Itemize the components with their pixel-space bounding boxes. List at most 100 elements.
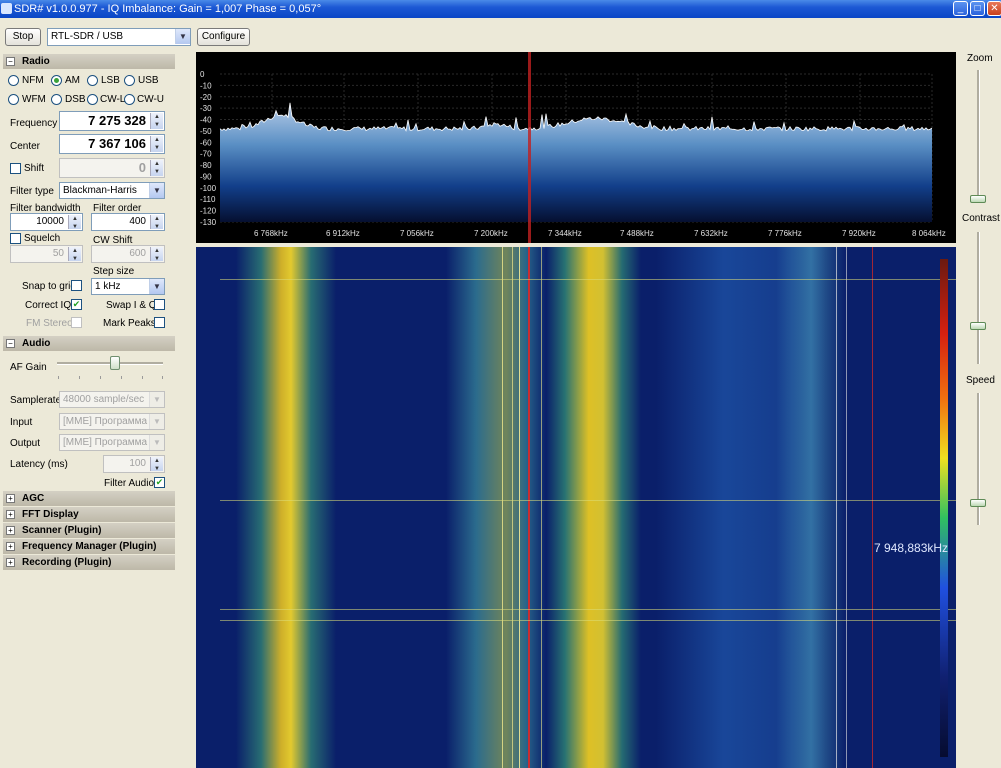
- spin-arrows-icon[interactable]: ▲ ▼: [150, 247, 163, 262]
- expand-icon: +: [6, 510, 15, 519]
- waterfall-signal-band: [446, 247, 546, 768]
- db-tick-label: -120: [200, 207, 217, 216]
- minimize-button[interactable]: _: [953, 1, 968, 16]
- shift-label: Shift: [24, 163, 45, 174]
- zoom-slider[interactable]: [977, 70, 980, 202]
- configure-button[interactable]: Configure: [197, 28, 250, 46]
- cw-shift-value: 600: [129, 248, 146, 259]
- contrast-label: Contrast: [962, 213, 1000, 224]
- freq-tick-label: 7 776kHz: [768, 229, 802, 238]
- device-select-value: RTL-SDR / USB: [51, 31, 124, 42]
- mode-radio-cwu[interactable]: [124, 94, 135, 105]
- squelch-checkbox[interactable]: [10, 233, 21, 244]
- mode-radio-nfm[interactable]: [8, 75, 19, 86]
- mode-radio-dsb[interactable]: [51, 94, 62, 105]
- squelch-input[interactable]: 50 ▲ ▼: [10, 245, 83, 263]
- audio-input-select[interactable]: [MME] Программа пер ▼: [59, 413, 165, 430]
- freq-tick-label: 7 920kHz: [842, 229, 876, 238]
- stop-button[interactable]: Stop: [5, 28, 41, 46]
- spin-arrows-icon[interactable]: ▲ ▼: [68, 247, 81, 262]
- waterfall-carrier-line: [519, 247, 520, 768]
- maximize-button[interactable]: □: [970, 1, 985, 16]
- contrast-slider[interactable]: [977, 232, 980, 364]
- collapse-icon: −: [6, 57, 15, 66]
- correct-iq-checkbox[interactable]: ✔: [71, 299, 82, 310]
- spin-arrows-icon[interactable]: ▲ ▼: [150, 457, 163, 472]
- swap-iq-label: Swap I & Q: [106, 300, 157, 311]
- mode-radio-cwl[interactable]: [87, 94, 98, 105]
- af-gain-slider-thumb[interactable]: [110, 356, 120, 370]
- waterfall-carrier-line: [836, 247, 837, 768]
- center-input[interactable]: 7 367 106 ▲ ▼: [59, 134, 165, 154]
- mode-label-cwl: CW-L: [100, 94, 126, 105]
- waterfall-row-artifact: [220, 609, 956, 610]
- mode-radio-usb[interactable]: [124, 75, 135, 86]
- radio-section-header[interactable]: − Radio: [3, 54, 175, 69]
- shift-input[interactable]: 0 ▲ ▼: [59, 158, 165, 178]
- section-title: AGC: [22, 493, 45, 504]
- db-tick-label: -130: [200, 218, 217, 227]
- speed-slider-thumb[interactable]: [970, 499, 986, 507]
- db-tick-label: -20: [200, 93, 212, 102]
- freq-tick-label: 6 768kHz: [254, 229, 288, 238]
- shift-checkbox[interactable]: [10, 163, 21, 174]
- spin-arrows-icon[interactable]: ▲ ▼: [68, 215, 81, 230]
- waterfall-signal-band: [236, 247, 336, 768]
- filter-bandwidth-value: 10000: [36, 216, 64, 227]
- waterfall-color-scale: [940, 259, 948, 757]
- device-select[interactable]: RTL-SDR / USB ▼: [47, 28, 191, 46]
- waterfall-display[interactable]: 7 948,883kHz: [196, 247, 956, 768]
- contrast-slider-thumb[interactable]: [970, 322, 986, 330]
- filter-type-select[interactable]: Blackman-Harris ▼: [59, 182, 165, 199]
- samplerate-label: Samplerate: [10, 395, 62, 406]
- filter-bandwidth-input[interactable]: 10000 ▲ ▼: [10, 213, 83, 231]
- step-size-select[interactable]: 1 kHz ▼: [91, 278, 165, 295]
- waterfall-carrier-line: [541, 247, 542, 768]
- waterfall-tuning-marker: [528, 247, 530, 768]
- window-title: SDR# v1.0.0.977 - IQ Imbalance: Gain = 1…: [14, 3, 322, 15]
- filter-audio-label: Filter Audio: [104, 478, 155, 489]
- filter-audio-checkbox[interactable]: ✔: [154, 477, 165, 488]
- filter-order-input[interactable]: 400 ▲ ▼: [91, 213, 165, 231]
- spin-arrows-icon[interactable]: ▲ ▼: [150, 113, 163, 129]
- recording-section-header[interactable]: + Recording (Plugin): [3, 555, 175, 570]
- frequency-manager-section-header[interactable]: + Frequency Manager (Plugin): [3, 539, 175, 554]
- audio-output-select[interactable]: [MME] Программа пер ▼: [59, 434, 165, 451]
- samplerate-select[interactable]: 48000 sample/sec ▼: [59, 391, 165, 408]
- waterfall-row-artifact: [220, 279, 956, 280]
- mark-peaks-checkbox[interactable]: [154, 317, 165, 328]
- close-button[interactable]: ✕: [987, 1, 1001, 16]
- mode-radio-wfm[interactable]: [8, 94, 19, 105]
- waterfall-carrier-line: [512, 247, 513, 768]
- center-label: Center: [10, 141, 41, 152]
- mode-radio-am[interactable]: [51, 75, 62, 86]
- swap-iq-checkbox[interactable]: [154, 299, 165, 310]
- mode-label-lsb: LSB: [101, 75, 120, 86]
- audio-section-header[interactable]: − Audio: [3, 336, 175, 351]
- snap-to-grid-checkbox[interactable]: [71, 280, 82, 291]
- spin-arrows-icon[interactable]: ▲ ▼: [150, 136, 163, 152]
- mode-radio-lsb[interactable]: [87, 75, 98, 86]
- shift-value: 0: [138, 160, 146, 175]
- section-title: Frequency Manager (Plugin): [22, 541, 157, 552]
- cw-shift-input[interactable]: 600 ▲ ▼: [91, 245, 165, 263]
- db-tick-label: 0: [200, 70, 205, 79]
- tuning-marker[interactable]: [528, 52, 531, 243]
- mode-label-nfm: NFM: [22, 75, 44, 86]
- frequency-input[interactable]: 7 275 328 ▲ ▼: [59, 111, 165, 131]
- waterfall-row-artifact: [220, 500, 956, 501]
- fm-stereo-checkbox[interactable]: [71, 317, 82, 328]
- db-tick-label: -80: [200, 161, 212, 170]
- scanner-section-header[interactable]: + Scanner (Plugin): [3, 523, 175, 538]
- spin-arrows-icon[interactable]: ▲ ▼: [150, 160, 163, 176]
- zoom-slider-thumb[interactable]: [970, 195, 986, 203]
- spin-arrows-icon[interactable]: ▲ ▼: [150, 215, 163, 230]
- latency-value: 100: [129, 458, 146, 469]
- mode-label-dsb: DSB: [65, 94, 86, 105]
- spectrum-display[interactable]: 0 -10 -20 -30 -40 -50 -60 -70 -80 -90 -100 -110 -120…: [196, 52, 956, 243]
- filter-order-value: 400: [129, 216, 146, 227]
- agc-section-header[interactable]: + AGC: [3, 491, 175, 506]
- fft-display-section-header[interactable]: + FFT Display: [3, 507, 175, 522]
- latency-input[interactable]: 100 ▲ ▼: [103, 455, 165, 473]
- spectrum-plot: 0 -10 -20 -30 -40 -50 -60 -70 -80 -90 -100 -110 -120…: [200, 52, 946, 243]
